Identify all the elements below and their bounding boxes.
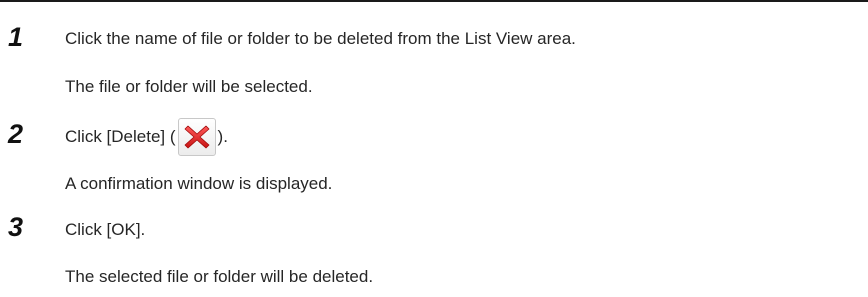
instruction-text-before: Click [Delete] ( — [65, 127, 176, 146]
step-number: 2 — [8, 119, 24, 149]
step-result: The selected file or folder will be dele… — [65, 267, 374, 286]
step-number: 1 — [8, 22, 24, 52]
delete-button-icon — [177, 117, 216, 156]
delete-x-icon — [184, 125, 209, 148]
step-instruction: Click [OK]. — [65, 220, 146, 239]
step-instruction: Click [Delete] ( ). — [65, 117, 228, 156]
step-result: The file or folder will be selected. — [65, 77, 313, 96]
step-result: A confirmation window is displayed. — [65, 174, 333, 193]
step-number: 3 — [8, 212, 24, 242]
instruction-text-after: ). — [217, 127, 228, 146]
top-rule — [0, 0, 868, 2]
step-instruction: Click the name of file or folder to be d… — [65, 29, 576, 48]
